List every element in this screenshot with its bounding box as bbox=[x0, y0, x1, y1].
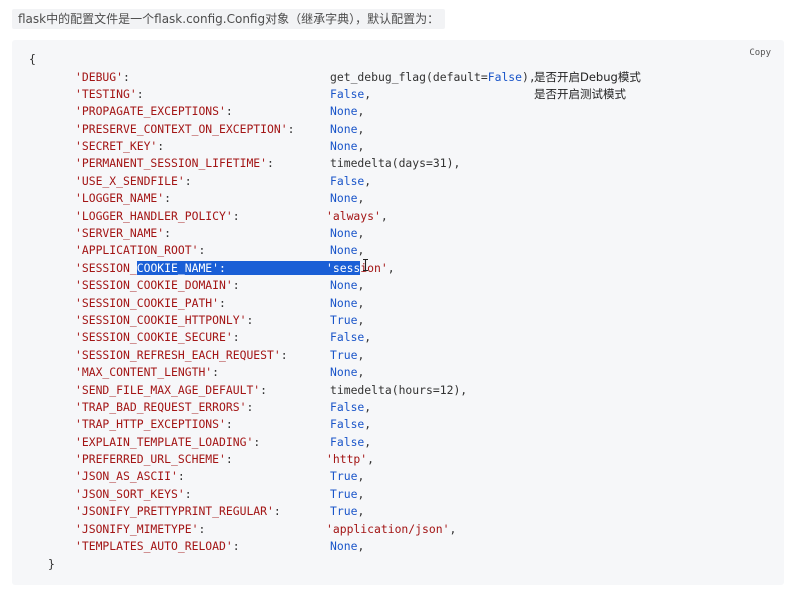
code-line: 'PROPAGATE_EXCEPTIONS': None, bbox=[12, 103, 784, 120]
config-key: 'JSON_SORT_KEYS': bbox=[75, 486, 192, 501]
code-line: 'TESTING': False, 是否开启测试模式 bbox=[12, 86, 784, 103]
code-line: 'SESSION_COOKIE_NAME': 'session', bbox=[12, 260, 784, 277]
config-value: 'http', bbox=[326, 452, 375, 467]
config-key: 'USE_X_SENDFILE': bbox=[75, 173, 192, 188]
config-value: False, bbox=[330, 86, 372, 101]
config-key: 'TESTING': bbox=[75, 86, 144, 101]
code-lines: 'DEBUG': get_debug_flag(default=False), 是否… bbox=[12, 69, 784, 556]
config-key: 'SESSION_COOKIE_NAME': bbox=[75, 260, 357, 277]
config-value: None, bbox=[330, 104, 365, 119]
config-key: 'SESSION_REFRESH_EACH_REQUEST': bbox=[75, 347, 288, 362]
config-value: None, bbox=[330, 139, 365, 154]
config-key: 'SERVER_NAME': bbox=[75, 226, 172, 241]
intro-text: flask中的配置文件是一个flask.config.Config对象（继承字典… bbox=[12, 9, 446, 29]
config-value: timedelta(hours=12), bbox=[330, 382, 468, 397]
code-line: 'SESSION_COOKIE_HTTPONLY': True, bbox=[12, 312, 784, 329]
config-value: timedelta(days=31), bbox=[330, 156, 461, 171]
code-block[interactable]: Copy { 'DEBUG': get_debug_flag(default=Fa… bbox=[12, 40, 784, 585]
config-key: 'SESSION_COOKIE_DOMAIN': bbox=[75, 278, 240, 293]
config-comment: 是否开启测试模式 bbox=[534, 86, 626, 101]
config-key: 'JSONIFY_PRETTYPRINT_REGULAR': bbox=[75, 504, 281, 519]
config-key: 'APPLICATION_ROOT': bbox=[75, 243, 206, 258]
config-key: 'PRESERVE_CONTEXT_ON_EXCEPTION': bbox=[75, 121, 295, 136]
code-line: 'SESSION_COOKIE_SECURE': False, bbox=[12, 329, 784, 346]
code-line: 'TEMPLATES_AUTO_RELOAD': None, bbox=[12, 538, 784, 555]
intro-code-flask: flask bbox=[18, 12, 47, 26]
config-value: None, bbox=[330, 278, 365, 293]
config-key: 'SESSION_COOKIE_SECURE': bbox=[75, 330, 240, 345]
config-value: True, bbox=[330, 347, 365, 362]
config-key: 'LOGGER_HANDLER_POLICY': bbox=[75, 208, 240, 223]
config-value: True, bbox=[330, 504, 365, 519]
code-line: 'TRAP_BAD_REQUEST_ERRORS': False, bbox=[12, 399, 784, 416]
config-value: 'always', bbox=[326, 208, 388, 223]
code-line: 'JSON_AS_ASCII': True, bbox=[12, 468, 784, 485]
config-value: None, bbox=[330, 539, 365, 554]
code-line: 'PRESERVE_CONTEXT_ON_EXCEPTION': None, bbox=[12, 121, 784, 138]
config-value: None, bbox=[330, 295, 365, 310]
code-line: 'PERMANENT_SESSION_LIFETIME': timedelta(d… bbox=[12, 155, 784, 172]
close-brace: } bbox=[48, 557, 55, 571]
config-key: 'PROPAGATE_EXCEPTIONS': bbox=[75, 104, 233, 119]
config-key: 'JSONIFY_MIMETYPE': bbox=[75, 521, 206, 536]
text-cursor-icon bbox=[363, 259, 368, 271]
code-line: 'SESSION_COOKIE_DOMAIN': None, bbox=[12, 277, 784, 294]
config-key: 'TRAP_BAD_REQUEST_ERRORS': bbox=[75, 399, 254, 414]
config-key: 'LOGGER_NAME': bbox=[75, 191, 172, 206]
config-key: 'SEND_FILE_MAX_AGE_DEFAULT': bbox=[75, 382, 268, 397]
config-key: 'MAX_CONTENT_LENGTH': bbox=[75, 365, 220, 380]
code-line: 'SESSION_COOKIE_PATH': None, bbox=[12, 295, 784, 312]
intro-text-b: 对象（继承字典），默认配置为： bbox=[265, 12, 440, 26]
config-value: True, bbox=[330, 312, 365, 327]
config-key: 'SESSION_COOKIE_PATH': bbox=[75, 295, 226, 310]
code-line: 'SERVER_NAME': None, bbox=[12, 225, 784, 242]
config-value: False, bbox=[330, 434, 372, 449]
config-key: 'JSON_AS_ASCII': bbox=[75, 469, 185, 484]
code-line: 'LOGGER_HANDLER_POLICY': 'always', bbox=[12, 208, 784, 225]
config-value: True, bbox=[330, 469, 365, 484]
intro-code-config: flask.config.Config bbox=[154, 12, 266, 26]
config-value: 'session', bbox=[326, 260, 395, 275]
config-value: None, bbox=[330, 226, 365, 241]
config-value: False, bbox=[330, 399, 372, 414]
config-key: 'DEBUG': bbox=[75, 69, 130, 84]
code-line: 'LOGGER_NAME': None, bbox=[12, 190, 784, 207]
code-line: 'JSONIFY_PRETTYPRINT_REGULAR': True, bbox=[12, 503, 784, 520]
config-value: False, bbox=[330, 417, 372, 432]
code-line: 'DEBUG': get_debug_flag(default=False), 是否… bbox=[12, 69, 784, 86]
config-value: False, bbox=[330, 330, 372, 345]
config-key: 'EXPLAIN_TEMPLATE_LOADING': bbox=[75, 434, 261, 449]
code-line: 'JSON_SORT_KEYS': True, bbox=[12, 486, 784, 503]
config-key: 'TEMPLATES_AUTO_RELOAD': bbox=[75, 539, 240, 554]
code-line: 'JSONIFY_MIMETYPE': 'application/json', bbox=[12, 521, 784, 538]
code-line: 'USE_X_SENDFILE': False, bbox=[12, 173, 784, 190]
config-value: None, bbox=[330, 121, 365, 136]
code-line: 'TRAP_HTTP_EXCEPTIONS': False, bbox=[12, 416, 784, 433]
config-key: 'PREFERRED_URL_SCHEME': bbox=[75, 452, 233, 467]
intro-text-a: 中的配置文件是一个 bbox=[46, 12, 155, 26]
config-value: True, bbox=[330, 486, 365, 501]
config-value: 'application/json', bbox=[326, 521, 457, 536]
config-key: 'TRAP_HTTP_EXCEPTIONS': bbox=[75, 417, 233, 432]
config-value: None, bbox=[330, 243, 365, 258]
code-line: 'SECRET_KEY': None, bbox=[12, 138, 784, 155]
copy-button[interactable]: Copy bbox=[746, 46, 774, 60]
config-value: get_debug_flag(default=False), bbox=[330, 69, 536, 84]
config-value: None, bbox=[330, 191, 365, 206]
config-comment: 是否开启Debug模式 bbox=[534, 69, 641, 84]
code-line: 'APPLICATION_ROOT': None, bbox=[12, 242, 784, 259]
code-line: 'EXPLAIN_TEMPLATE_LOADING': False, bbox=[12, 434, 784, 451]
config-value: False, bbox=[330, 173, 372, 188]
config-key: 'SESSION_COOKIE_HTTPONLY': bbox=[75, 312, 254, 327]
config-key: 'PERMANENT_SESSION_LIFETIME': bbox=[75, 156, 274, 171]
code-line: 'MAX_CONTENT_LENGTH': None, bbox=[12, 364, 784, 381]
code-line: 'SESSION_REFRESH_EACH_REQUEST': True, bbox=[12, 347, 784, 364]
config-key: 'SECRET_KEY': bbox=[75, 139, 165, 154]
config-value: None, bbox=[330, 365, 365, 380]
code-line: 'PREFERRED_URL_SCHEME': 'http', bbox=[12, 451, 784, 468]
open-brace: { bbox=[29, 52, 36, 66]
code-line: 'SEND_FILE_MAX_AGE_DEFAULT': timedelta(ho… bbox=[12, 382, 784, 399]
